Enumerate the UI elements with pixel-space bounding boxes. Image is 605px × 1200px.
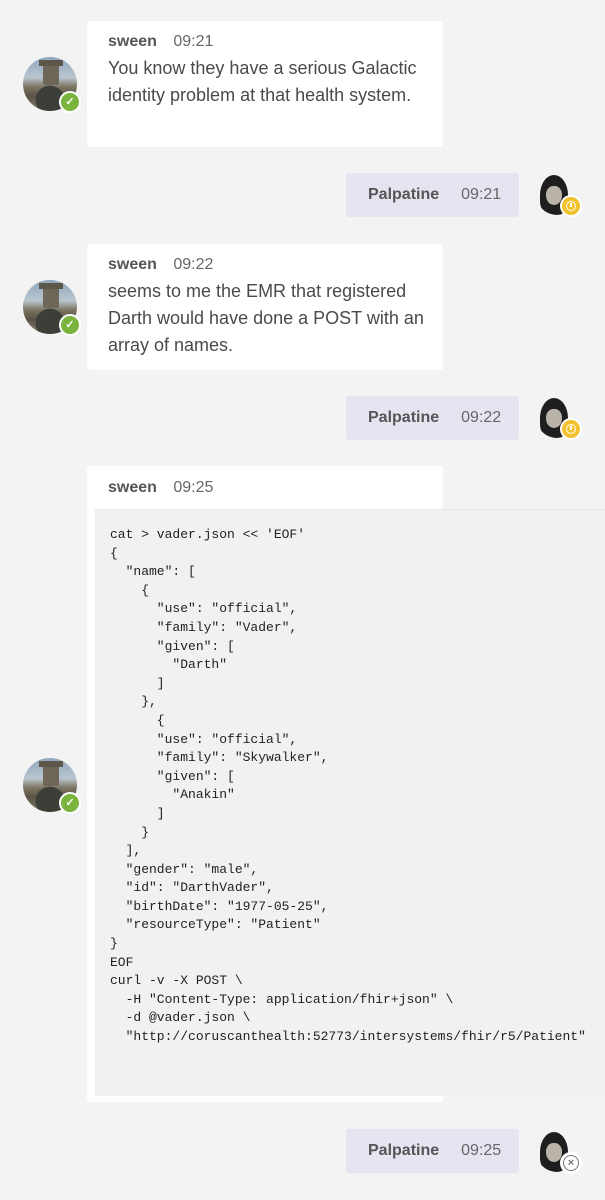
presence-away-icon [560,418,582,440]
message-author[interactable]: sween [108,256,157,273]
message-timestamp: 09:25 [173,479,214,496]
avatar-sween[interactable]: ✓ [23,758,81,814]
code-block[interactable]: cat > vader.json << 'EOF' { "name": [ { … [95,509,605,1096]
message-meta: sween 09:25 [108,479,443,497]
message-author[interactable]: Palpatine [368,1142,439,1160]
message-bubble-outgoing[interactable]: Palpatine 09:22 [346,396,519,440]
message-meta: Palpatine 09:25 [346,1129,519,1173]
avatar-palpatine[interactable] [536,173,582,217]
message-bubble-outgoing[interactable]: Palpatine 09:25 [346,1129,519,1173]
message-meta: sween 09:22 [108,256,443,274]
message-meta: sween 09:21 [108,33,443,51]
presence-away-icon [560,195,582,217]
avatar-palpatine[interactable]: × [536,1130,582,1174]
message-author[interactable]: sween [108,479,157,496]
presence-available-icon: ✓ [59,91,81,113]
message-meta: Palpatine 09:22 [346,396,519,440]
presence-offline-icon: × [560,1152,582,1174]
message-timestamp: 09:22 [173,256,214,273]
message-bubble[interactable]: sween 09:21 You know they have a serious… [87,21,443,147]
message-text: You know they have a serious Galactic id… [108,58,417,105]
message-author[interactable]: Palpatine [368,409,439,427]
message-timestamp: 09:21 [461,186,502,203]
message-author[interactable]: Palpatine [368,186,439,204]
message-meta: Palpatine 09:21 [346,173,519,217]
message-author[interactable]: sween [108,33,157,50]
avatar-sween[interactable]: ✓ [23,57,81,113]
message-text: seems to me the EMR that registered Dart… [108,281,424,355]
presence-available-icon: ✓ [59,792,81,814]
code-text: cat > vader.json << 'EOF' { "name": [ { … [110,527,586,1045]
message-timestamp: 09:21 [173,33,214,50]
message-bubble[interactable]: sween 09:22 seems to me the EMR that reg… [87,244,443,370]
avatar-sween[interactable]: ✓ [23,280,81,336]
message-timestamp: 09:22 [461,409,502,426]
avatar-palpatine[interactable] [536,396,582,440]
presence-available-icon: ✓ [59,314,81,336]
message-timestamp: 09:25 [461,1142,502,1159]
message-bubble-outgoing[interactable]: Palpatine 09:21 [346,173,519,217]
